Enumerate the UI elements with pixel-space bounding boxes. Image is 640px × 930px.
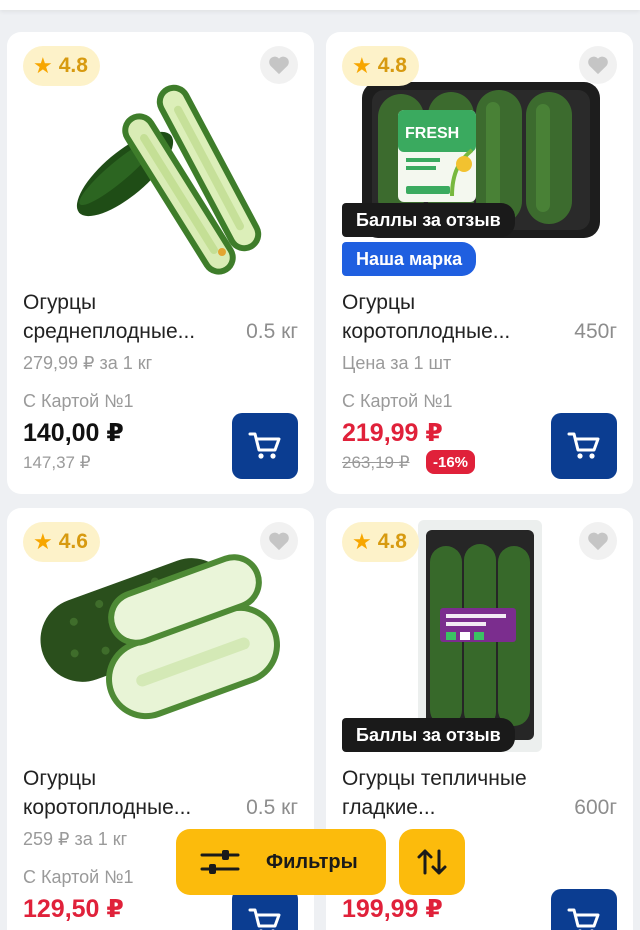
cart-icon bbox=[248, 432, 281, 459]
rating-value: 4.6 bbox=[58, 530, 88, 553]
sort-arrows-icon bbox=[417, 849, 447, 875]
product-name-line: Огурцы bbox=[23, 767, 97, 790]
product-card[interactable]: ★ 4.8 Огурцы среднеплодные... 0.5 кг 279… bbox=[7, 32, 314, 494]
product-name[interactable]: Огурцы коротоплодные... bbox=[23, 764, 219, 822]
sort-button[interactable] bbox=[399, 829, 465, 895]
product-name-line: среднеплодные... bbox=[23, 320, 196, 343]
rating-badge: ★ 4.8 bbox=[23, 46, 100, 86]
favorite-button[interactable] bbox=[260, 46, 298, 84]
sliders-icon bbox=[200, 850, 240, 874]
star-icon: ★ bbox=[352, 529, 372, 554]
product-price: 140,00 ₽ bbox=[23, 419, 124, 447]
star-icon: ★ bbox=[352, 53, 372, 78]
product-price: 199,99 ₽ bbox=[342, 895, 443, 923]
star-icon: ★ bbox=[33, 53, 53, 78]
unit-price: 279,99 ₽ за 1 кг bbox=[23, 353, 153, 373]
add-to-cart-button[interactable] bbox=[551, 413, 617, 479]
old-price: 263,19 ₽ bbox=[342, 453, 410, 472]
loyalty-card-label: С Картой №1 bbox=[23, 391, 134, 411]
favorite-button[interactable] bbox=[260, 522, 298, 560]
favorite-button[interactable] bbox=[579, 46, 617, 84]
product-weight: 0.5 кг bbox=[246, 796, 298, 819]
product-weight: 450г bbox=[574, 320, 617, 343]
rating-value: 4.8 bbox=[377, 54, 407, 77]
cart-icon bbox=[567, 432, 600, 459]
filters-label: Фильтры bbox=[266, 850, 358, 873]
rating-badge: ★ 4.8 bbox=[342, 46, 419, 86]
product-name-line: Огурцы bbox=[342, 291, 416, 314]
heart-icon bbox=[269, 56, 289, 75]
favorite-button[interactable] bbox=[579, 522, 617, 560]
product-price: 219,99 ₽ bbox=[342, 419, 443, 447]
product-price: 129,50 ₽ bbox=[23, 895, 124, 923]
rating-badge: ★ 4.8 bbox=[342, 522, 419, 562]
cart-icon bbox=[248, 908, 281, 930]
product-name-line: коротоплодные... bbox=[342, 320, 511, 343]
product-weight: 0.5 кг bbox=[246, 320, 298, 343]
product-name[interactable]: Огурцы среднеплодные... bbox=[23, 288, 219, 346]
loyalty-card-label: С Картой №1 bbox=[23, 867, 134, 887]
product-card[interactable]: FRESH ★ 4.8 Баллы за отзыв Наша марка Ог… bbox=[326, 32, 633, 494]
filters-button[interactable]: Фильтры bbox=[176, 829, 386, 895]
product-grid: ★ 4.8 Огурцы среднеплодные... 0.5 кг 279… bbox=[0, 0, 640, 930]
product-name[interactable]: Огурцы коротоплодные... bbox=[342, 288, 538, 346]
discount-badge: -16% bbox=[426, 450, 476, 474]
cart-icon bbox=[567, 908, 600, 930]
own-brand-badge: Наша марка bbox=[342, 242, 477, 276]
add-to-cart-button[interactable] bbox=[232, 889, 298, 930]
heart-icon bbox=[588, 532, 608, 551]
rating-badge: ★ 4.6 bbox=[23, 522, 100, 562]
review-points-badge: Баллы за отзыв bbox=[342, 718, 515, 752]
heart-icon bbox=[269, 532, 289, 551]
product-name-line: гладкие... bbox=[342, 796, 436, 819]
pack-brand-text: FRESH bbox=[405, 125, 459, 142]
unit-price: Цена за 1 шт bbox=[342, 353, 452, 373]
product-weight: 600г bbox=[574, 796, 617, 819]
loyalty-card-label: С Картой №1 bbox=[342, 391, 453, 411]
old-price: 147,37 ₽ bbox=[23, 453, 91, 472]
product-name-line: коротоплодные... bbox=[23, 796, 192, 819]
product-name[interactable]: Огурцы тепличные гладкие... bbox=[342, 764, 562, 822]
product-name-line: Огурцы тепличные bbox=[342, 767, 527, 790]
heart-icon bbox=[588, 56, 608, 75]
rating-value: 4.8 bbox=[377, 530, 407, 553]
star-icon: ★ bbox=[33, 529, 53, 554]
product-name-line: Огурцы bbox=[23, 291, 97, 314]
unit-price: 259 ₽ за 1 кг bbox=[23, 829, 128, 849]
rating-value: 4.8 bbox=[58, 54, 88, 77]
add-to-cart-button[interactable] bbox=[232, 413, 298, 479]
add-to-cart-button[interactable] bbox=[551, 889, 617, 930]
review-points-badge: Баллы за отзыв bbox=[342, 203, 515, 237]
